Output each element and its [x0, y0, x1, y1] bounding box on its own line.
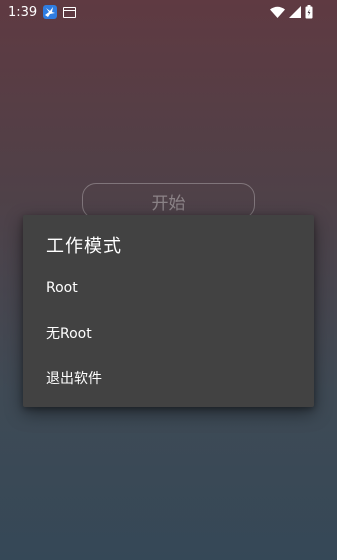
start-button[interactable]: 开始	[82, 183, 255, 219]
option-root[interactable]: Root	[23, 266, 314, 310]
dialog-title: 工作模式	[46, 236, 122, 257]
battery-icon	[305, 5, 313, 19]
option-exit-app[interactable]: 退出软件	[23, 356, 314, 400]
wifi-icon	[270, 6, 285, 18]
window-icon	[63, 6, 77, 18]
bird-icon	[43, 5, 58, 19]
option-root-label: Root	[46, 280, 78, 296]
status-time: 1:39	[8, 4, 38, 20]
option-no-root[interactable]: 无Root	[23, 311, 314, 355]
option-no-root-label: 无Root	[46, 326, 92, 342]
status-indicators	[270, 0, 313, 24]
signal-icon	[289, 6, 301, 18]
option-exit-app-label: 退出软件	[46, 371, 102, 387]
work-mode-dialog: 工作模式 Root 无Root 退出软件	[23, 215, 314, 407]
status-bar: 1:39	[0, 0, 337, 24]
